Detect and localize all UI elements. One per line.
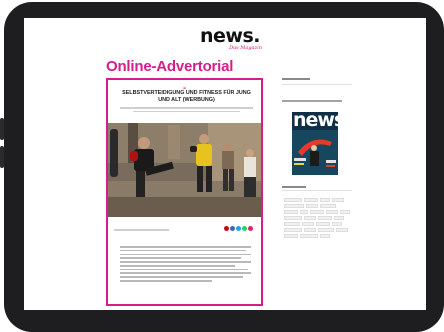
tag-link[interactable] <box>300 234 318 238</box>
cover-title: news. <box>293 112 338 131</box>
sidebar <box>282 78 352 104</box>
tag-link[interactable] <box>284 228 302 232</box>
tag-link[interactable] <box>332 198 344 202</box>
tag-link[interactable] <box>336 228 348 232</box>
twitter-icon[interactable] <box>236 226 241 231</box>
tag-link[interactable] <box>304 216 316 220</box>
article-title[interactable]: SELBSTVERTEIDIGUNG UND FITNESS FÜR JUNG … <box>116 90 257 104</box>
tag-link[interactable] <box>284 216 302 220</box>
tag-link[interactable] <box>326 210 338 214</box>
whatsapp-icon[interactable] <box>242 226 247 231</box>
tag-link[interactable] <box>332 222 342 226</box>
tag-link[interactable] <box>306 204 318 208</box>
facebook-icon[interactable] <box>230 226 235 231</box>
kickboxing-photo <box>108 123 261 217</box>
tag-link[interactable] <box>340 210 350 214</box>
tags-heading <box>282 186 352 194</box>
divider <box>282 84 352 85</box>
tag-link[interactable] <box>318 228 334 232</box>
tag-link[interactable] <box>284 198 302 202</box>
share-buttons <box>224 226 253 231</box>
tag-link[interactable] <box>284 234 298 238</box>
advertorial-label: Online-Advertorial <box>106 58 234 75</box>
magazine-cover[interactable]: news. <box>292 112 338 175</box>
volume-button <box>0 146 4 168</box>
article-body <box>120 246 251 284</box>
tag-link[interactable] <box>284 210 298 214</box>
mail-icon[interactable] <box>248 226 253 231</box>
tag-link[interactable] <box>320 234 330 238</box>
tag-link[interactable] <box>318 216 332 220</box>
tag-link[interactable] <box>284 222 300 226</box>
tag-link[interactable] <box>304 198 318 202</box>
tag-link[interactable] <box>320 198 330 202</box>
tag-link[interactable] <box>302 222 314 226</box>
article-lead <box>120 107 253 115</box>
volume-button <box>0 118 4 140</box>
tag-cloud <box>284 198 350 238</box>
article-meta-row <box>114 226 255 234</box>
issue-caption <box>282 100 352 102</box>
tag-link[interactable] <box>284 204 304 208</box>
tag-link[interactable] <box>300 210 308 214</box>
tag-link[interactable] <box>310 210 324 214</box>
share-icon[interactable] <box>224 226 229 231</box>
tag-link[interactable] <box>316 222 330 226</box>
tag-link[interactable] <box>304 228 316 232</box>
site-logo[interactable]: news. Das Magazin <box>194 26 266 51</box>
sidebar-heading <box>282 78 352 82</box>
advertorial-article: ▬ SELBSTVERTEIDIGUNG UND FITNESS FÜR JUN… <box>106 78 263 306</box>
logo-wordmark: news. <box>200 25 261 47</box>
tablet-screen: news. Das Magazin Online-Advertorial ▬ S… <box>24 18 426 310</box>
tag-link[interactable] <box>320 204 336 208</box>
article-photo[interactable] <box>108 123 261 217</box>
tag-link[interactable] <box>334 216 344 220</box>
